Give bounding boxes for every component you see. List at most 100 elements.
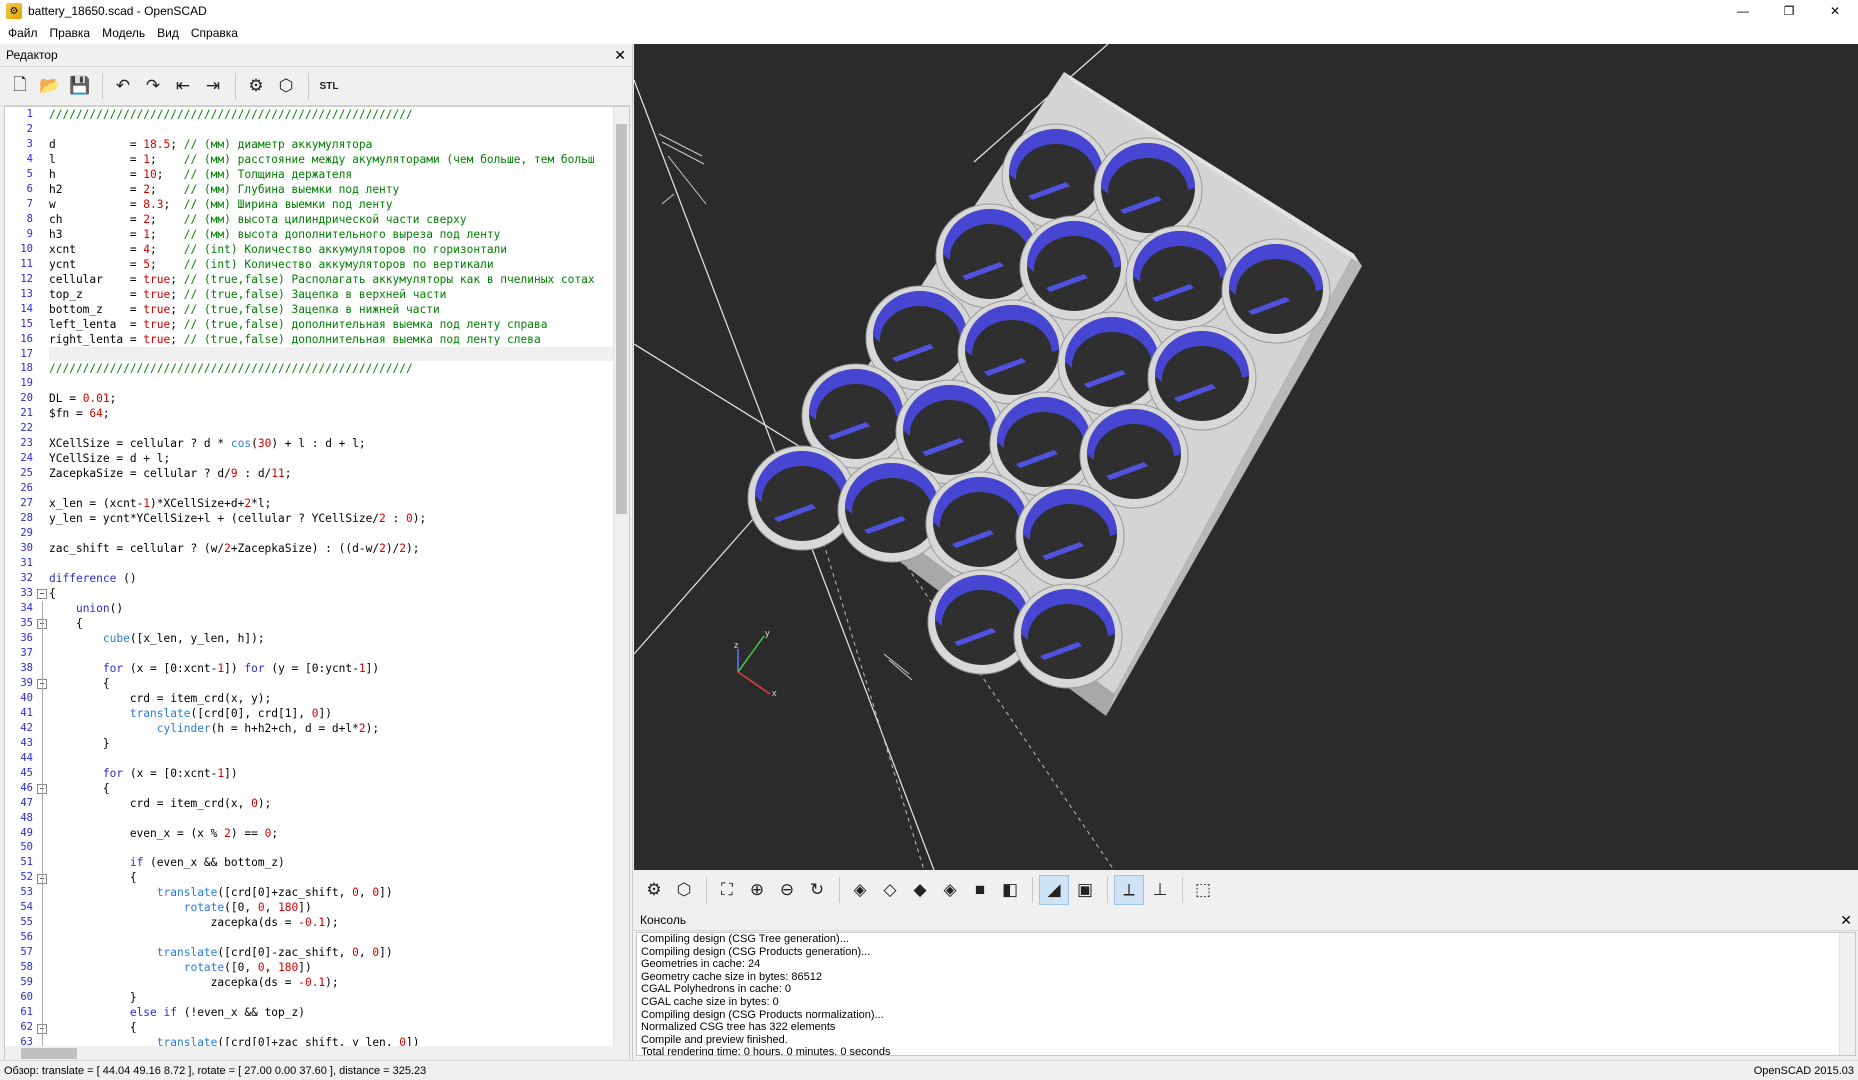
menu-help[interactable]: Справка xyxy=(191,26,238,40)
code-line[interactable]: ​ xyxy=(49,421,613,436)
code-line[interactable]: right_lenta = true; // (true,false) допо… xyxy=(49,332,613,347)
view-top-icon[interactable]: ◇ xyxy=(876,876,904,904)
code-line[interactable]: left_lenta = true; // (true,false) допол… xyxy=(49,317,613,332)
code-line[interactable]: ​ xyxy=(49,811,613,826)
console-output[interactable]: Compiling design (CSG Tree generation)..… xyxy=(636,932,1856,1056)
code-line[interactable]: DL = 0.01; xyxy=(49,391,613,406)
view-bottom-icon[interactable]: ◆ xyxy=(906,876,934,904)
unindent-icon[interactable]: ⇤ xyxy=(169,72,197,100)
reset-view-icon[interactable]: ↻ xyxy=(803,876,831,904)
code-text[interactable]: ////////////////////////////////////////… xyxy=(49,107,613,1047)
view-all-icon[interactable]: ⛶ xyxy=(713,876,741,904)
code-line[interactable]: ycnt = 5; // (int) Количество аккумулято… xyxy=(49,257,613,272)
view-back-icon[interactable]: ◧ xyxy=(996,876,1024,904)
console-close-button[interactable]: ✕ xyxy=(1840,912,1852,929)
code-line[interactable]: XCellSize = cellular ? d * cos(30) + l :… xyxy=(49,436,613,451)
redo-icon[interactable]: ↷ xyxy=(139,72,167,100)
code-line[interactable]: ​ xyxy=(49,840,613,855)
code-line[interactable]: crd = item_crd(x, 0); xyxy=(49,796,613,811)
editor-hscroll-thumb[interactable] xyxy=(21,1048,77,1059)
export-stl-icon[interactable]: STL xyxy=(315,72,343,100)
code-line[interactable]: } xyxy=(49,736,613,751)
code-line[interactable]: crd = item_crd(x, y); xyxy=(49,691,613,706)
code-line[interactable]: d = 18.5; // (мм) диаметр аккумулятора xyxy=(49,137,613,152)
code-line[interactable]: translate([crd[0]-zac_shift, 0, 0]) xyxy=(49,945,613,960)
code-line[interactable]: l = 1; // (мм) расстояние между акумулят… xyxy=(49,152,613,167)
code-editor[interactable]: 1 2 3 4 5 6 7 8 9 10 11 12 13 14 15 16 17 18 19 20 21 22 23 24 2… xyxy=(4,106,630,1048)
code-line[interactable]: { xyxy=(49,586,613,601)
code-line[interactable]: h3 = 1; // (мм) высота дополнительного в… xyxy=(49,227,613,242)
code-line[interactable]: { xyxy=(49,1020,613,1035)
preview-icon[interactable]: ⚙ xyxy=(640,876,668,904)
menu-file[interactable]: Файл xyxy=(8,26,38,40)
menu-design[interactable]: Модель xyxy=(102,26,145,40)
code-line[interactable]: ​ xyxy=(49,122,613,137)
code-line[interactable]: bottom_z = true; // (true,false) Зацепка… xyxy=(49,302,613,317)
code-line[interactable]: zacepka(ds = -0.1); xyxy=(49,975,613,990)
code-line[interactable]: h2 = 2; // (мм) Глубина выемки под ленту xyxy=(49,182,613,197)
view-left-icon[interactable]: ◈ xyxy=(936,876,964,904)
preview-icon[interactable]: ⚙ xyxy=(242,72,270,100)
code-line[interactable]: { xyxy=(49,781,613,796)
fold-margin[interactable]: −−−−−− xyxy=(37,107,47,1047)
menu-edit[interactable]: Правка xyxy=(50,26,91,40)
code-line[interactable]: cube([x_len, y_len, h]); xyxy=(49,631,613,646)
code-line[interactable]: { xyxy=(49,616,613,631)
show-edges-icon[interactable]: ⬚ xyxy=(1189,876,1217,904)
console-scrollbar[interactable] xyxy=(1839,933,1855,1055)
code-line[interactable]: ​ xyxy=(49,376,613,391)
code-line[interactable]: cellular = true; // (true,false) Распола… xyxy=(49,272,613,287)
new-file-icon[interactable]: 🗋 xyxy=(6,72,34,100)
code-line[interactable]: ​ xyxy=(49,346,613,362)
code-line[interactable]: ​ xyxy=(49,556,613,571)
view-right-icon[interactable]: ◈ xyxy=(846,876,874,904)
code-line[interactable]: ​ xyxy=(49,526,613,541)
code-line[interactable]: ​ xyxy=(49,481,613,496)
maximize-button[interactable]: ❐ xyxy=(1766,0,1812,22)
code-line[interactable]: for (x = [0:xcnt-1]) for (y = [0:ycnt-1]… xyxy=(49,661,613,676)
code-line[interactable]: ch = 2; // (мм) высота цилиндрической ча… xyxy=(49,212,613,227)
render-icon[interactable]: ⬡ xyxy=(272,72,300,100)
code-line[interactable]: difference () xyxy=(49,571,613,586)
code-line[interactable]: h = 10; // (мм) Толщина держателя xyxy=(49,167,613,182)
code-line[interactable]: translate([crd[0], crd[1], 0]) xyxy=(49,706,613,721)
show-axes-icon[interactable]: ⟂ xyxy=(1114,875,1144,905)
code-line[interactable]: ZacepkaSize = cellular ? d/9 : d/11; xyxy=(49,466,613,481)
undo-icon[interactable]: ↶ xyxy=(109,72,137,100)
render-icon[interactable]: ⬡ xyxy=(670,876,698,904)
show-scale-icon[interactable]: ⊥ xyxy=(1146,876,1174,904)
close-button[interactable]: ✕ xyxy=(1812,0,1858,22)
code-line[interactable]: } xyxy=(49,990,613,1005)
indent-icon[interactable]: ⇥ xyxy=(199,72,227,100)
code-line[interactable]: even_x = (x % 2) == 0; xyxy=(49,826,613,841)
code-line[interactable]: ​ xyxy=(49,646,613,661)
perspective-icon[interactable]: ◢ xyxy=(1039,875,1069,905)
code-line[interactable]: YCellSize = d + l; xyxy=(49,451,613,466)
view-front-icon[interactable]: ■ xyxy=(966,876,994,904)
code-line[interactable]: else if (!even_x && top_z) xyxy=(49,1005,613,1020)
code-line[interactable]: rotate([0, 0, 180]) xyxy=(49,960,613,975)
code-line[interactable]: { xyxy=(49,870,613,885)
code-line[interactable]: zac_shift = cellular ? (w/2+ZacepkaSize)… xyxy=(49,541,613,556)
editor-vertical-scrollbar[interactable] xyxy=(613,107,629,1047)
code-line[interactable]: w = 8.3; // (мм) Ширина выемки под ленту xyxy=(49,197,613,212)
3d-viewport[interactable]: z y x xyxy=(634,44,1858,870)
orthogonal-icon[interactable]: ▣ xyxy=(1071,876,1099,904)
editor-close-button[interactable]: ✕ xyxy=(614,47,626,64)
code-line[interactable]: if (even_x && bottom_z) xyxy=(49,855,613,870)
code-line[interactable]: translate([crd[0]+zac_shift, 0, 0]) xyxy=(49,885,613,900)
open-file-icon[interactable]: 📂 xyxy=(36,72,64,100)
code-line[interactable]: rotate([0, 0, 180]) xyxy=(49,900,613,915)
code-line[interactable]: ////////////////////////////////////////… xyxy=(49,361,613,376)
save-file-icon[interactable]: 💾 xyxy=(66,72,94,100)
code-line[interactable]: y_len = ycnt*YCellSize+l + (cellular ? Y… xyxy=(49,511,613,526)
code-line[interactable]: x_len = (xcnt-1)*XCellSize+d+2*l; xyxy=(49,496,613,511)
code-line[interactable]: { xyxy=(49,676,613,691)
code-line[interactable]: zacepka(ds = -0.1); xyxy=(49,915,613,930)
minimize-button[interactable]: — xyxy=(1720,0,1766,22)
code-line[interactable]: union() xyxy=(49,601,613,616)
code-line[interactable]: top_z = true; // (true,false) Зацепка в … xyxy=(49,287,613,302)
fold-toggle-icon[interactable]: − xyxy=(37,589,47,600)
code-line[interactable]: ​ xyxy=(49,930,613,945)
code-line[interactable]: cylinder(h = h+h2+ch, d = d+l*2); xyxy=(49,721,613,736)
